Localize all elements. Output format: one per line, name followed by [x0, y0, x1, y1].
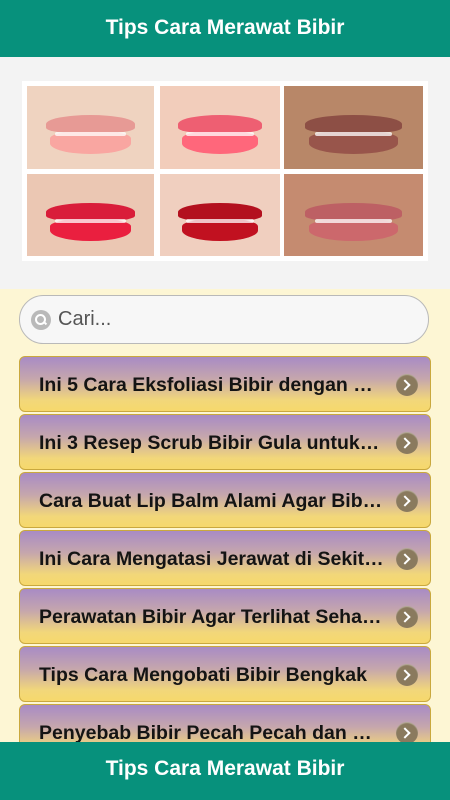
lips-photo-tile: [27, 86, 154, 169]
lips-photo-tile: [160, 86, 280, 169]
lips-photo-tile: [284, 174, 423, 256]
list-item-label: Ini 5 Cara Eksfoliasi Bibir dengan Bahan…: [39, 374, 384, 396]
chevron-right-icon: [396, 664, 418, 686]
list-item-label: Ini Cara Mengatasi Jerawat di Sekitar Bi…: [39, 548, 384, 570]
search-bar[interactable]: [19, 295, 429, 344]
list-item[interactable]: Ini Cara Mengatasi Jerawat di Sekitar Bi…: [19, 530, 431, 586]
list-item-label: Cara Buat Lip Balm Alami Agar Bibir Lemb…: [39, 490, 384, 512]
search-icon: [31, 310, 51, 330]
list-item[interactable]: Tips Cara Mengobati Bibir Bengkak: [19, 646, 431, 702]
lips-photo-tile: [160, 174, 280, 256]
search-input[interactable]: [58, 304, 408, 334]
list-item-label: Tips Cara Mengobati Bibir Bengkak: [39, 664, 367, 686]
chevron-right-icon: [396, 606, 418, 628]
list-item[interactable]: Cara Buat Lip Balm Alami Agar Bibir Lemb…: [19, 472, 431, 528]
chevron-right-icon: [396, 548, 418, 570]
chevron-right-icon: [396, 722, 418, 744]
list-item[interactable]: Perawatan Bibir Agar Terlihat Sehat dan …: [19, 588, 431, 644]
chevron-right-icon: [396, 490, 418, 512]
footer-title: Tips Cara Merawat Bibir: [105, 757, 345, 780]
lips-collage-image: [22, 81, 428, 261]
lips-photo-tile: [27, 174, 154, 256]
header-title: Tips Cara Merawat Bibir: [105, 16, 345, 39]
list-item[interactable]: Ini 5 Cara Eksfoliasi Bibir dengan Bahan…: [19, 356, 431, 412]
chevron-right-icon: [396, 374, 418, 396]
lips-photo-tile: [284, 86, 423, 169]
list-item[interactable]: Ini 3 Resep Scrub Bibir Gula untuk Bibir…: [19, 414, 431, 470]
banner-area: [0, 57, 450, 289]
chevron-right-icon: [396, 432, 418, 454]
app-header: Tips Cara Merawat Bibir: [0, 0, 450, 57]
list-item-label: Perawatan Bibir Agar Terlihat Sehat dan …: [39, 606, 384, 628]
app-footer: Tips Cara Merawat Bibir: [0, 742, 450, 800]
list-item-label: Ini 3 Resep Scrub Bibir Gula untuk Bibir…: [39, 432, 384, 454]
